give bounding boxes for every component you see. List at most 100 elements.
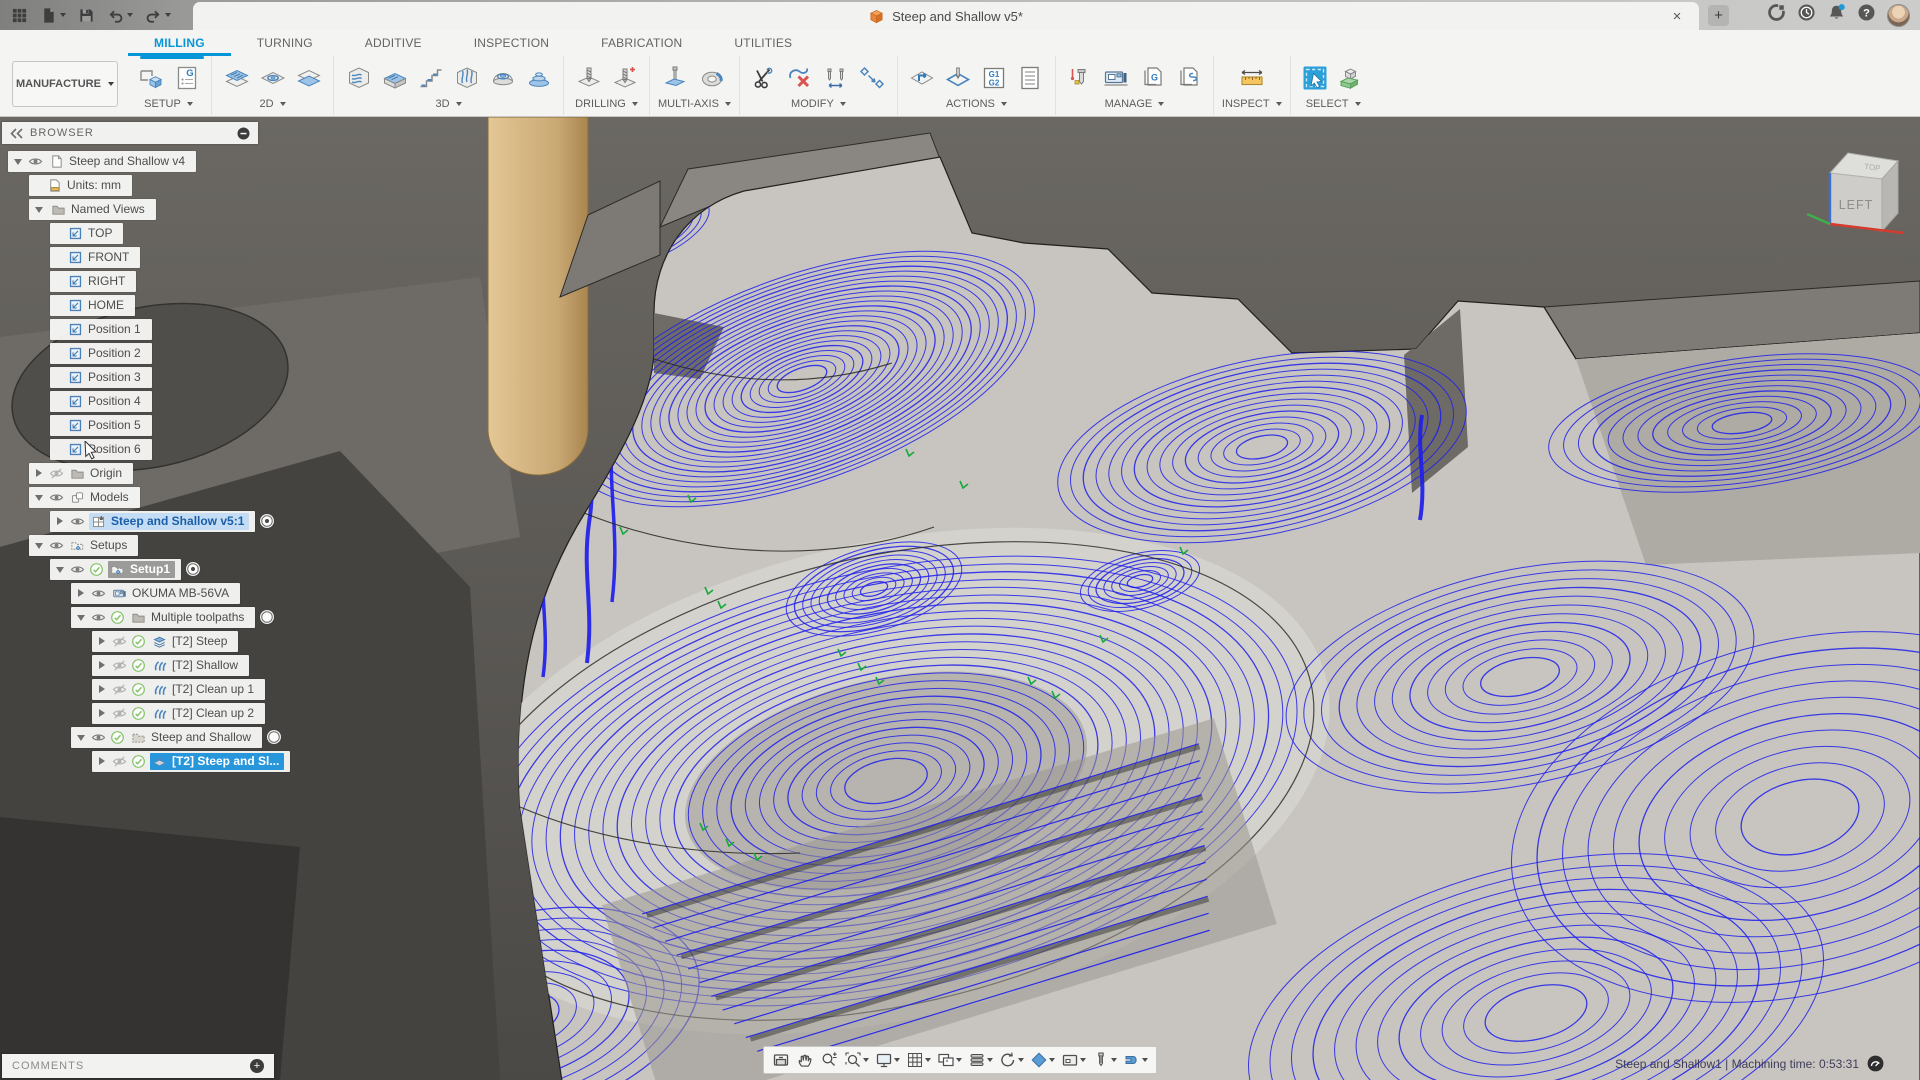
visibility-eye-icon[interactable] (70, 562, 85, 577)
grid-and-snaps-icon[interactable] (903, 1048, 934, 1072)
edit-points-icon[interactable] (856, 59, 889, 96)
browser-row[interactable]: FRONT (2, 245, 258, 269)
collapse-panel-icon[interactable] (10, 128, 23, 139)
tab-utilities[interactable]: UTILITIES (708, 30, 818, 56)
steps3d-icon[interactable] (414, 59, 447, 96)
browser-row[interactable]: Position 2 (2, 341, 258, 365)
toolpath-display-icon[interactable] (965, 1048, 996, 1072)
group-label[interactable]: DRILLING (575, 98, 638, 110)
spiral3d-icon[interactable] (522, 59, 555, 96)
browser-row[interactable]: [T2] Steep and Sl... (2, 749, 258, 773)
viewports-icon[interactable] (934, 1048, 965, 1072)
app-grid-icon[interactable] (8, 3, 31, 27)
browser-row[interactable]: Position 3 (2, 365, 258, 389)
expand-arrow[interactable] (35, 495, 43, 501)
pocket3d-icon[interactable] (378, 59, 411, 96)
setup-sheet-icon[interactable] (1014, 59, 1047, 96)
browser-row[interactable]: [T2] Steep (2, 629, 258, 653)
expand-arrow[interactable] (57, 517, 63, 525)
tab-fabrication[interactable]: FABRICATION (575, 30, 708, 56)
browser-row[interactable]: Steep and Shallow v5:1 (2, 509, 258, 533)
visibility-eye-icon[interactable] (49, 466, 64, 481)
browser-row[interactable]: Named Views (2, 197, 258, 221)
expand-arrow[interactable] (56, 567, 64, 573)
job-status-icon[interactable] (1867, 1055, 1884, 1072)
browser-row[interactable]: TOP (2, 221, 258, 245)
template-library-icon[interactable] (1172, 59, 1205, 96)
drill-icon[interactable] (572, 59, 605, 96)
add-comment-icon[interactable]: + (250, 1059, 264, 1073)
expand-arrow[interactable] (99, 709, 105, 717)
status-circle[interactable] (267, 730, 281, 744)
swarf-icon[interactable] (660, 59, 693, 96)
viewcube[interactable]: TOP LEFT (1804, 139, 1910, 245)
expand-arrow[interactable] (77, 615, 85, 621)
post-process-icon[interactable] (942, 59, 975, 96)
remove-icon[interactable] (237, 127, 250, 140)
browser-row[interactable]: Position 1 (2, 317, 258, 341)
expand-arrow[interactable] (99, 637, 105, 645)
expand-arrow[interactable] (78, 589, 84, 597)
select-window-icon[interactable] (1335, 59, 1368, 96)
group-label[interactable]: 3D (435, 98, 461, 110)
isolate-icon[interactable] (1027, 1048, 1058, 1072)
nc-program-icon[interactable]: G (170, 59, 203, 96)
expand-arrow[interactable] (14, 159, 22, 165)
orbit-icon[interactable] (996, 1048, 1027, 1072)
adaptive3d-icon[interactable] (342, 59, 375, 96)
undo-icon[interactable] (104, 3, 136, 27)
group-label[interactable]: INSPECT (1222, 98, 1282, 110)
browser-header[interactable]: BROWSER (2, 122, 258, 144)
active-target-radio[interactable] (186, 562, 200, 576)
face2d-icon[interactable] (220, 59, 253, 96)
expand-arrow[interactable] (99, 661, 105, 669)
browser-row[interactable]: HOME (2, 293, 258, 317)
notifications-bell-icon[interactable] (1827, 3, 1846, 27)
simulate-icon[interactable] (906, 59, 939, 96)
post-library-icon[interactable]: G (1136, 59, 1169, 96)
new-tab-button[interactable]: + (1708, 5, 1729, 26)
select-cursor-icon[interactable] (1299, 59, 1332, 96)
stock-display-icon[interactable] (1058, 1048, 1089, 1072)
zoom-icon[interactable] (817, 1048, 841, 1072)
pocket2d-icon[interactable] (256, 59, 289, 96)
group-label[interactable]: MANAGE (1105, 98, 1165, 110)
tab-inspection[interactable]: INSPECTION (448, 30, 575, 56)
expand-arrow[interactable] (77, 735, 85, 741)
pan-icon[interactable] (793, 1048, 817, 1072)
rotary-icon[interactable] (696, 59, 729, 96)
display-settings-icon[interactable] (872, 1048, 903, 1072)
dome3d-icon[interactable] (486, 59, 519, 96)
browser-row[interactable]: OKUMA MB-56VA (2, 581, 258, 605)
visibility-eye-icon[interactable] (91, 586, 106, 601)
expand-arrow[interactable] (36, 469, 42, 477)
tab-additive[interactable]: ADDITIVE (339, 30, 448, 56)
active-target-radio[interactable] (260, 514, 274, 528)
visibility-eye-icon[interactable] (70, 514, 85, 529)
visibility-eye-icon[interactable] (112, 706, 127, 721)
toolpath-3d-scene[interactable] (0, 117, 1920, 1080)
expand-arrow[interactable] (35, 543, 43, 549)
redo-icon[interactable] (142, 3, 174, 27)
visibility-eye-icon[interactable] (49, 490, 64, 505)
history-clock-icon[interactable] (1797, 3, 1816, 27)
browser-row[interactable]: Origin (2, 461, 258, 485)
save-icon[interactable] (75, 3, 98, 27)
visibility-eye-icon[interactable] (112, 754, 127, 769)
document-tab[interactable]: Steep and Shallow v5* × (193, 2, 1699, 30)
expand-arrow[interactable] (99, 685, 105, 693)
status-circle[interactable] (260, 610, 274, 624)
visibility-eye-icon[interactable] (112, 682, 127, 697)
browser-row[interactable]: [T2] Clean up 2 (2, 701, 258, 725)
user-avatar[interactable] (1887, 4, 1910, 27)
trim-icon[interactable] (748, 59, 781, 96)
browser-row[interactable]: Units: mm (2, 173, 258, 197)
g1g2-icon[interactable]: G1G2 (978, 59, 1011, 96)
group-label[interactable]: ACTIONS (946, 98, 1007, 110)
visibility-eye-icon[interactable] (49, 538, 64, 553)
expand-arrow[interactable] (99, 757, 105, 765)
tool-display-icon[interactable] (1089, 1048, 1120, 1072)
tab-milling[interactable]: MILLING (128, 30, 231, 56)
group-label[interactable]: SELECT (1306, 98, 1361, 110)
delete-toolpath-icon[interactable] (784, 59, 817, 96)
